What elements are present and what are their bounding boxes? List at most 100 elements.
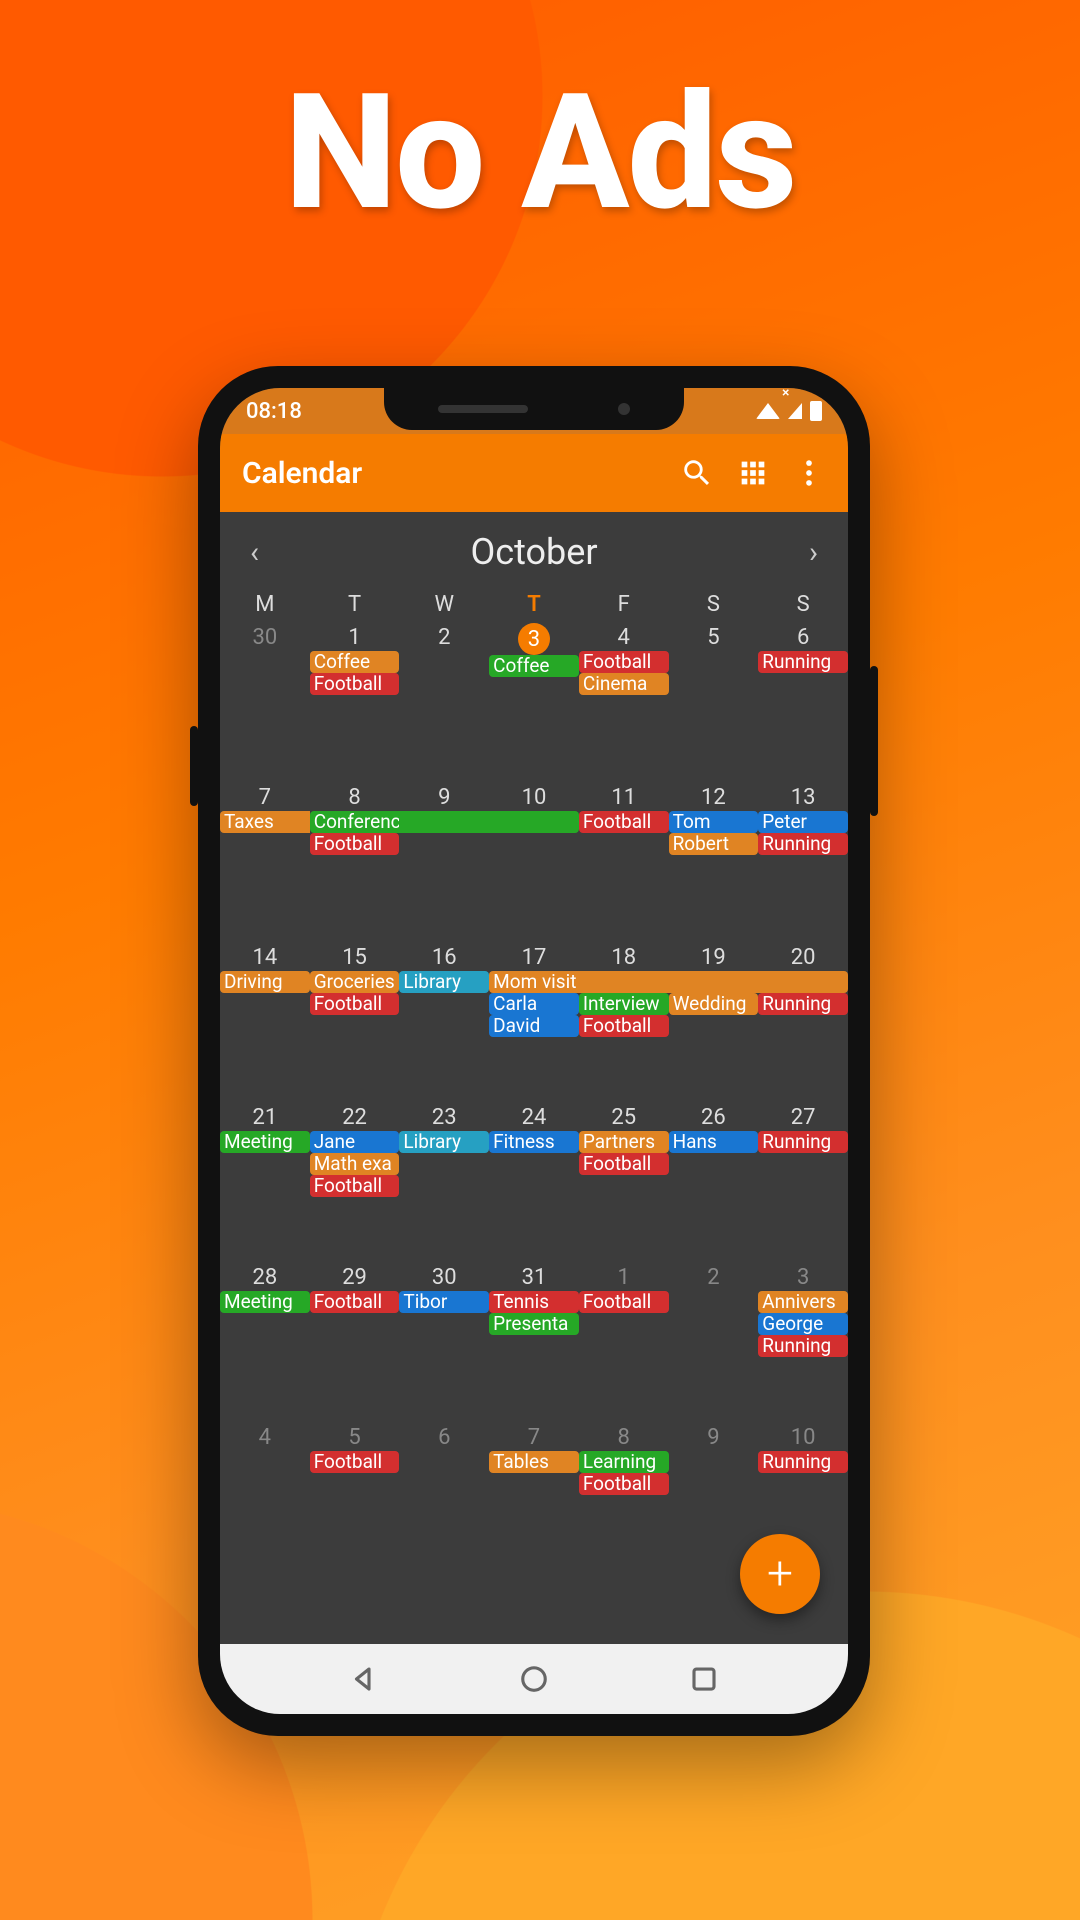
day-cell[interactable]: 22JaneMath exaFootball	[310, 1103, 400, 1263]
event-chip[interactable]: Interview	[579, 993, 669, 1015]
event-chip[interactable]: Mom visit	[489, 971, 579, 993]
day-cell[interactable]: 26Hans	[669, 1103, 759, 1263]
day-cell[interactable]: 6Running	[758, 623, 848, 783]
event-chip[interactable]: Football	[310, 833, 400, 855]
day-cell[interactable]: 17Mom visitCarlaDavid	[489, 943, 579, 1103]
day-cell[interactable]: 29Football	[310, 1263, 400, 1423]
event-chip[interactable]: Football	[310, 1291, 400, 1313]
day-cell[interactable]: 2	[669, 1263, 759, 1423]
day-cell[interactable]: 11Football	[579, 783, 669, 943]
day-cell[interactable]: 19.Wedding	[669, 943, 759, 1103]
prev-month-button[interactable]: ‹	[250, 535, 259, 570]
event-chip[interactable]: Coffee	[489, 655, 579, 677]
event-chip[interactable]: .	[669, 971, 759, 993]
event-chip[interactable]: Meeting	[220, 1131, 310, 1153]
day-cell[interactable]: 1Football	[579, 1263, 669, 1423]
event-chip[interactable]: Football	[310, 673, 400, 695]
event-chip[interactable]: Football	[310, 1451, 400, 1473]
day-cell[interactable]: 4FootballCinema	[579, 623, 669, 783]
event-chip[interactable]: Football	[310, 1175, 400, 1197]
day-cell[interactable]: 25PartnersFootball	[579, 1103, 669, 1263]
event-chip[interactable]: Football	[579, 1473, 669, 1495]
day-cell[interactable]: 16Library	[399, 943, 489, 1103]
day-cell[interactable]: 12TomRobert	[669, 783, 759, 943]
day-cell[interactable]: 21Meeting	[220, 1103, 310, 1263]
event-chip[interactable]: Football	[310, 993, 400, 1015]
event-chip[interactable]: Learning	[579, 1451, 669, 1473]
event-chip[interactable]: Annivers	[758, 1291, 848, 1313]
event-chip[interactable]: Peter	[758, 811, 848, 833]
event-chip[interactable]: Running	[758, 1335, 848, 1357]
day-cell[interactable]: 8LearningFootball	[579, 1423, 669, 1583]
day-cell[interactable]: 5	[669, 623, 759, 783]
event-chip[interactable]: Partners	[579, 1131, 669, 1153]
event-chip[interactable]: Meeting	[220, 1291, 310, 1313]
event-chip[interactable]: Robert	[669, 833, 759, 855]
nav-home-icon[interactable]	[519, 1664, 549, 1694]
day-cell[interactable]: 1CoffeeFootball	[310, 623, 400, 783]
day-cell[interactable]: 4	[220, 1423, 310, 1583]
day-cell[interactable]: 8ConferenceFootball	[310, 783, 400, 943]
event-chip[interactable]: Running	[758, 1451, 848, 1473]
event-chip[interactable]: Conference	[310, 811, 400, 833]
view-grid-icon[interactable]	[736, 456, 770, 490]
event-chip[interactable]: Football	[579, 1153, 669, 1175]
event-chip[interactable]: Cinema	[579, 673, 669, 695]
event-chip[interactable]: George	[758, 1313, 848, 1335]
overflow-menu-icon[interactable]	[792, 456, 826, 490]
event-chip[interactable]: Tennis	[489, 1291, 579, 1313]
day-cell[interactable]: 27Running	[758, 1103, 848, 1263]
event-chip[interactable]: Driving	[220, 971, 310, 993]
day-cell[interactable]: 10.	[489, 783, 579, 943]
event-chip[interactable]: Football	[579, 811, 669, 833]
day-cell[interactable]: 23Library	[399, 1103, 489, 1263]
event-chip[interactable]: David	[489, 1015, 579, 1037]
day-cell[interactable]: 31TennisPresenta	[489, 1263, 579, 1423]
event-chip[interactable]: Football	[579, 1015, 669, 1037]
day-cell[interactable]: 7Tables	[489, 1423, 579, 1583]
day-cell[interactable]: 15GroceriesFootball	[310, 943, 400, 1103]
event-chip[interactable]: Running	[758, 993, 848, 1015]
event-chip[interactable]: Library	[399, 1131, 489, 1153]
event-chip[interactable]: Groceries	[310, 971, 400, 993]
day-cell[interactable]: 3Coffee	[489, 623, 579, 783]
day-cell[interactable]: 7Taxes	[220, 783, 310, 943]
event-chip[interactable]: .	[399, 811, 489, 833]
event-chip[interactable]: Presenta	[489, 1313, 579, 1335]
event-chip[interactable]: Tom	[669, 811, 759, 833]
day-cell[interactable]: 28Meeting	[220, 1263, 310, 1423]
day-cell[interactable]: 30Tibor	[399, 1263, 489, 1423]
event-chip[interactable]: Wedding	[669, 993, 759, 1015]
day-cell[interactable]: 14Driving	[220, 943, 310, 1103]
event-chip[interactable]: Taxes	[220, 811, 310, 833]
day-cell[interactable]: 6	[399, 1423, 489, 1583]
event-chip[interactable]: Coffee	[310, 651, 400, 673]
search-icon[interactable]	[680, 456, 714, 490]
month-name[interactable]: October	[470, 531, 597, 573]
event-chip[interactable]: .	[489, 811, 579, 833]
next-month-button[interactable]: ›	[809, 535, 818, 570]
day-cell[interactable]: 13PeterRunning	[758, 783, 848, 943]
day-cell[interactable]: 18.InterviewFootball	[579, 943, 669, 1103]
event-chip[interactable]: Carla	[489, 993, 579, 1015]
event-chip[interactable]: Math exa	[310, 1153, 400, 1175]
event-chip[interactable]: Jane	[310, 1131, 400, 1153]
event-chip[interactable]: .	[579, 971, 669, 993]
event-chip[interactable]: Running	[758, 1131, 848, 1153]
day-cell[interactable]: 9.	[399, 783, 489, 943]
event-chip[interactable]: Fitness	[489, 1131, 579, 1153]
event-chip[interactable]: Tables	[489, 1451, 579, 1473]
day-cell[interactable]: 3AnniversGeorgeRunning	[758, 1263, 848, 1423]
day-cell[interactable]: 2	[399, 623, 489, 783]
event-chip[interactable]: Football	[579, 1291, 669, 1313]
nav-recent-icon[interactable]	[689, 1664, 719, 1694]
day-cell[interactable]: 24Fitness	[489, 1103, 579, 1263]
event-chip[interactable]: Running	[758, 833, 848, 855]
event-chip[interactable]: Library	[399, 971, 489, 993]
day-cell[interactable]: 20.Running	[758, 943, 848, 1103]
event-chip[interactable]: Football	[579, 651, 669, 673]
event-chip[interactable]: Hans	[669, 1131, 759, 1153]
day-cell[interactable]: 30	[220, 623, 310, 783]
nav-back-icon[interactable]	[349, 1664, 379, 1694]
add-event-fab[interactable]: +	[740, 1534, 820, 1614]
